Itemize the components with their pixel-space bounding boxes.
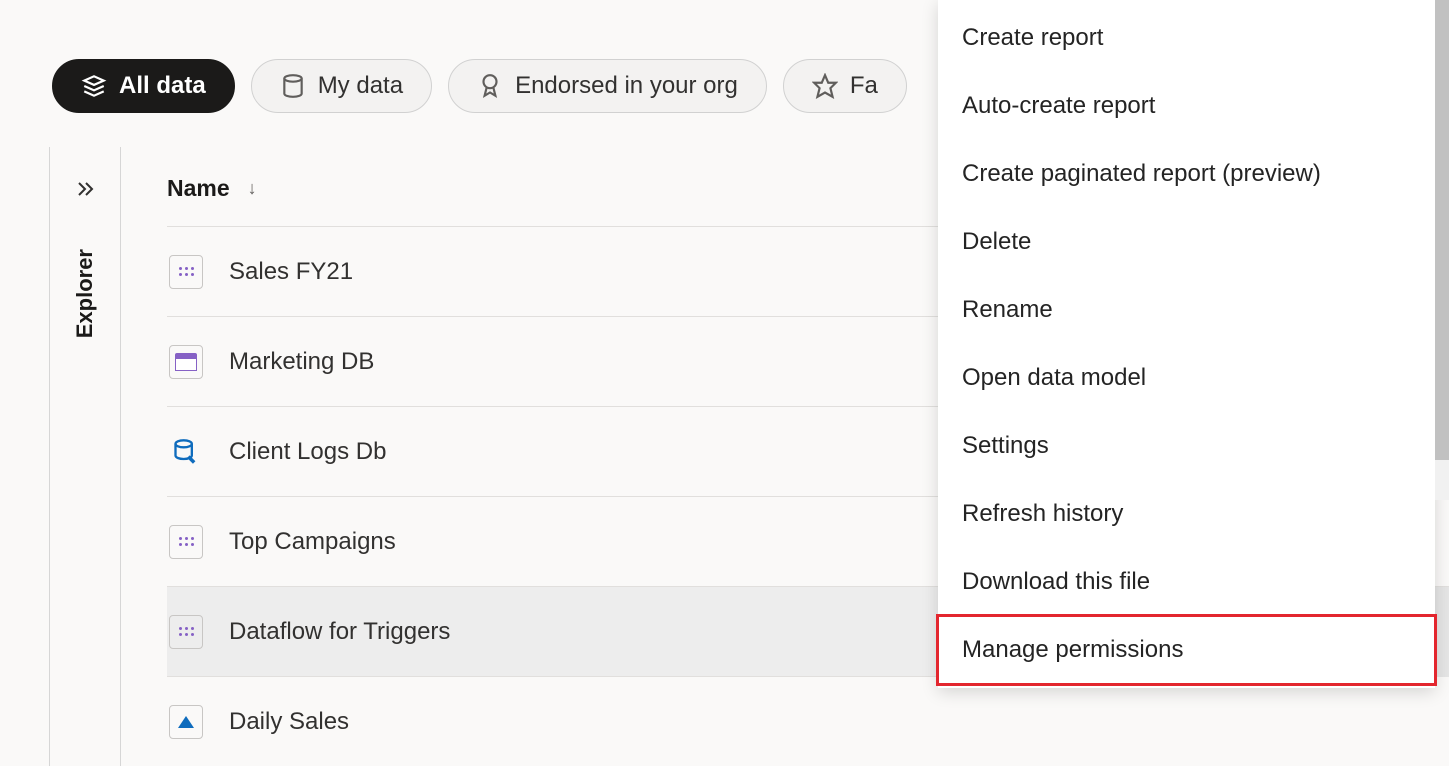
datamart-icon [169,345,203,379]
menu-open-data-model[interactable]: Open data model [938,344,1435,412]
menu-settings[interactable]: Settings [938,412,1435,480]
menu-download-file[interactable]: Download this file [938,548,1435,616]
table-row[interactable]: Daily Sales [167,676,1449,766]
star-icon [812,73,838,99]
row-name: Daily Sales [229,708,1449,736]
menu-create-report[interactable]: Create report [938,4,1435,72]
semantic-model-icon [169,615,203,649]
menu-auto-create-report[interactable]: Auto-create report [938,72,1435,140]
filter-favorites[interactable]: Fa [783,59,907,113]
filter-all-data[interactable]: All data [52,59,235,113]
filter-label: My data [318,72,403,100]
explorer-label[interactable]: Explorer [72,249,98,338]
menu-refresh-history[interactable]: Refresh history [938,480,1435,548]
database-icon [169,435,203,469]
sort-down-icon: ↓ [248,178,257,199]
menu-create-paginated-report[interactable]: Create paginated report (preview) [938,140,1435,208]
menu-delete[interactable]: Delete [938,208,1435,276]
menu-manage-permissions[interactable]: Manage permissions [938,616,1435,684]
filter-label: Fa [850,72,878,100]
filter-label: Endorsed in your org [515,72,738,100]
menu-rename[interactable]: Rename [938,276,1435,344]
menu-scrollbar-thumb[interactable] [1435,0,1449,460]
ribbon-icon [477,73,503,99]
menu-scrollbar[interactable] [1435,0,1449,500]
filter-label: All data [119,72,206,100]
stack-icon [81,73,107,99]
arrow-up-icon [169,705,203,739]
expand-icon[interactable] [73,179,97,209]
filter-endorsed[interactable]: Endorsed in your org [448,59,767,113]
database-icon [280,73,306,99]
semantic-model-icon [169,525,203,559]
semantic-model-icon [169,255,203,289]
context-menu: Create report Auto-create report Create … [938,0,1435,688]
filter-my-data[interactable]: My data [251,59,432,113]
name-header-text: Name [167,175,230,202]
explorer-rail: Explorer [49,147,121,766]
